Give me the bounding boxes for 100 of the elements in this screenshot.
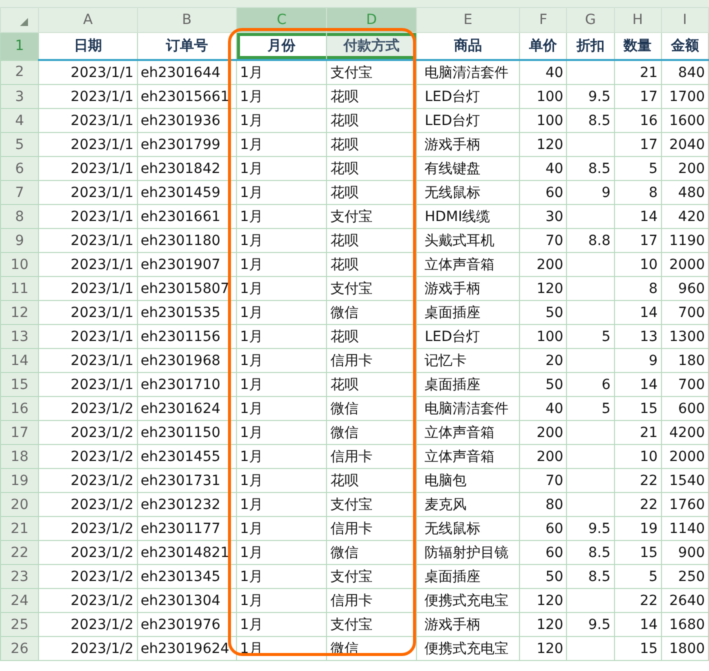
table-cell: 1680 [669, 616, 705, 632]
row-header[interactable]: 10 [0, 252, 39, 276]
column-header[interactable]: I [661, 8, 708, 32]
table-cell: 1月 [240, 64, 263, 80]
row-header[interactable]: 5 [0, 132, 39, 156]
table-cell: eh2301907 [140, 256, 220, 272]
table-cell: 70 [546, 232, 564, 248]
table-cell: LED台灯 [424, 328, 480, 344]
column-header[interactable]: H [614, 8, 662, 32]
table-cell: 数量 [614, 32, 662, 60]
table-cell: 100 [536, 88, 564, 104]
table-cell: 1月 [240, 520, 263, 536]
table-cell: 1月 [240, 400, 263, 416]
row-header[interactable]: 21 [0, 516, 39, 540]
table-cell: 立体声音箱 [424, 448, 495, 464]
table-cell: 10 [640, 448, 658, 464]
table-cell: 8.8 [588, 232, 611, 248]
table-cell: 花呗 [330, 328, 358, 344]
table-cell: 头戴式耳机 [424, 232, 495, 248]
table-cell: 1月 [240, 160, 263, 176]
table-cell: 花呗 [330, 256, 358, 272]
table-cell: 40 [546, 160, 564, 176]
table-cell: 9 [602, 184, 611, 200]
table-cell: 600 [678, 400, 705, 416]
row-header[interactable]: 9 [0, 228, 39, 252]
table-cell: 120 [536, 640, 564, 656]
table-cell: 9.5 [588, 520, 611, 536]
row-header[interactable]: 15 [0, 372, 39, 396]
table-cell: 便携式充电宝 [424, 592, 509, 608]
column-header[interactable]: F [520, 8, 567, 32]
row-header[interactable]: 4 [0, 108, 39, 132]
table-cell: 电脑清洁套件 [424, 400, 509, 416]
row-header[interactable]: 7 [0, 180, 39, 204]
row-header[interactable]: 17 [0, 420, 39, 444]
table-cell: 80 [546, 496, 564, 512]
table-cell: 120 [536, 136, 564, 152]
table-cell: 5 [602, 328, 611, 344]
table-cell: 22 [640, 592, 658, 608]
row-header[interactable]: 12 [0, 300, 39, 324]
table-cell: 22 [640, 496, 658, 512]
row-header[interactable]: 25 [0, 612, 39, 636]
column-header[interactable]: G [566, 8, 614, 32]
table-cell: 250 [678, 568, 705, 584]
table-cell: eh2301976 [140, 616, 220, 632]
table-cell: 1月 [240, 496, 263, 512]
column-header[interactable]: E [416, 8, 520, 32]
table-cell: 2023/1/1 [70, 88, 134, 104]
table-cell: 1月 [240, 424, 263, 440]
table-cell: 15 [640, 400, 658, 416]
table-cell: 2023/1/1 [70, 352, 134, 368]
row-header[interactable]: 22 [0, 540, 39, 564]
column-header[interactable]: B [137, 8, 236, 32]
table-cell: 游戏手柄 [424, 616, 481, 632]
table-cell: 22 [640, 472, 658, 488]
row-header[interactable]: 18 [0, 444, 39, 468]
table-cell: eh23019624 [140, 640, 230, 656]
row-header[interactable]: 20 [0, 492, 39, 516]
table-cell: eh23015807 [140, 280, 230, 296]
row-header[interactable]: 24 [0, 588, 39, 612]
row-header[interactable]: 16 [0, 396, 39, 420]
table-cell: 60 [546, 184, 564, 200]
table-cell: eh2301535 [140, 304, 220, 320]
table-cell: eh2301842 [140, 160, 220, 176]
row-header[interactable]: 8 [0, 204, 39, 228]
table-cell: eh2301177 [140, 520, 220, 536]
table-cell: 14 [640, 616, 658, 632]
select-all-icon[interactable] [20, 18, 28, 26]
table-cell: 1月 [240, 568, 263, 584]
table-cell: 信用卡 [330, 352, 372, 368]
table-cell: eh23015661 [140, 88, 230, 104]
table-cell: 120 [536, 280, 564, 296]
row-header[interactable]: 23 [0, 564, 39, 588]
table-cell: eh2301644 [140, 64, 220, 80]
table-cell: 2023/1/1 [70, 304, 134, 320]
table-cell: 2023/1/1 [70, 112, 134, 128]
row-header[interactable]: 14 [0, 348, 39, 372]
table-cell: 支付宝 [330, 568, 372, 584]
table-cell: 1140 [669, 520, 705, 536]
table-cell: 1540 [669, 472, 705, 488]
row-header[interactable]: 6 [0, 156, 39, 180]
table-cell: 花呗 [330, 88, 358, 104]
table-cell: 防辐射护目镜 [424, 544, 509, 560]
table-cell: 花呗 [330, 136, 358, 152]
table-cell: 2023/1/2 [70, 496, 134, 512]
table-cell: 8.5 [588, 112, 611, 128]
row-header[interactable]: 26 [0, 636, 39, 660]
row-header[interactable]: 2 [0, 60, 39, 84]
column-header[interactable]: A [38, 8, 138, 32]
row-header[interactable]: 3 [0, 84, 39, 108]
table-cell: 17 [640, 232, 658, 248]
table-cell: 2023/1/1 [70, 280, 134, 296]
row-header[interactable]: 1 [0, 32, 39, 60]
table-cell: 1月 [240, 448, 263, 464]
table-cell: 40 [546, 400, 564, 416]
row-header[interactable]: 19 [0, 468, 39, 492]
table-cell: 120 [536, 592, 564, 608]
table-cell: 16 [640, 112, 658, 128]
row-header[interactable]: 13 [0, 324, 39, 348]
row-header[interactable]: 11 [0, 276, 39, 300]
table-cell: eh2301304 [140, 592, 220, 608]
